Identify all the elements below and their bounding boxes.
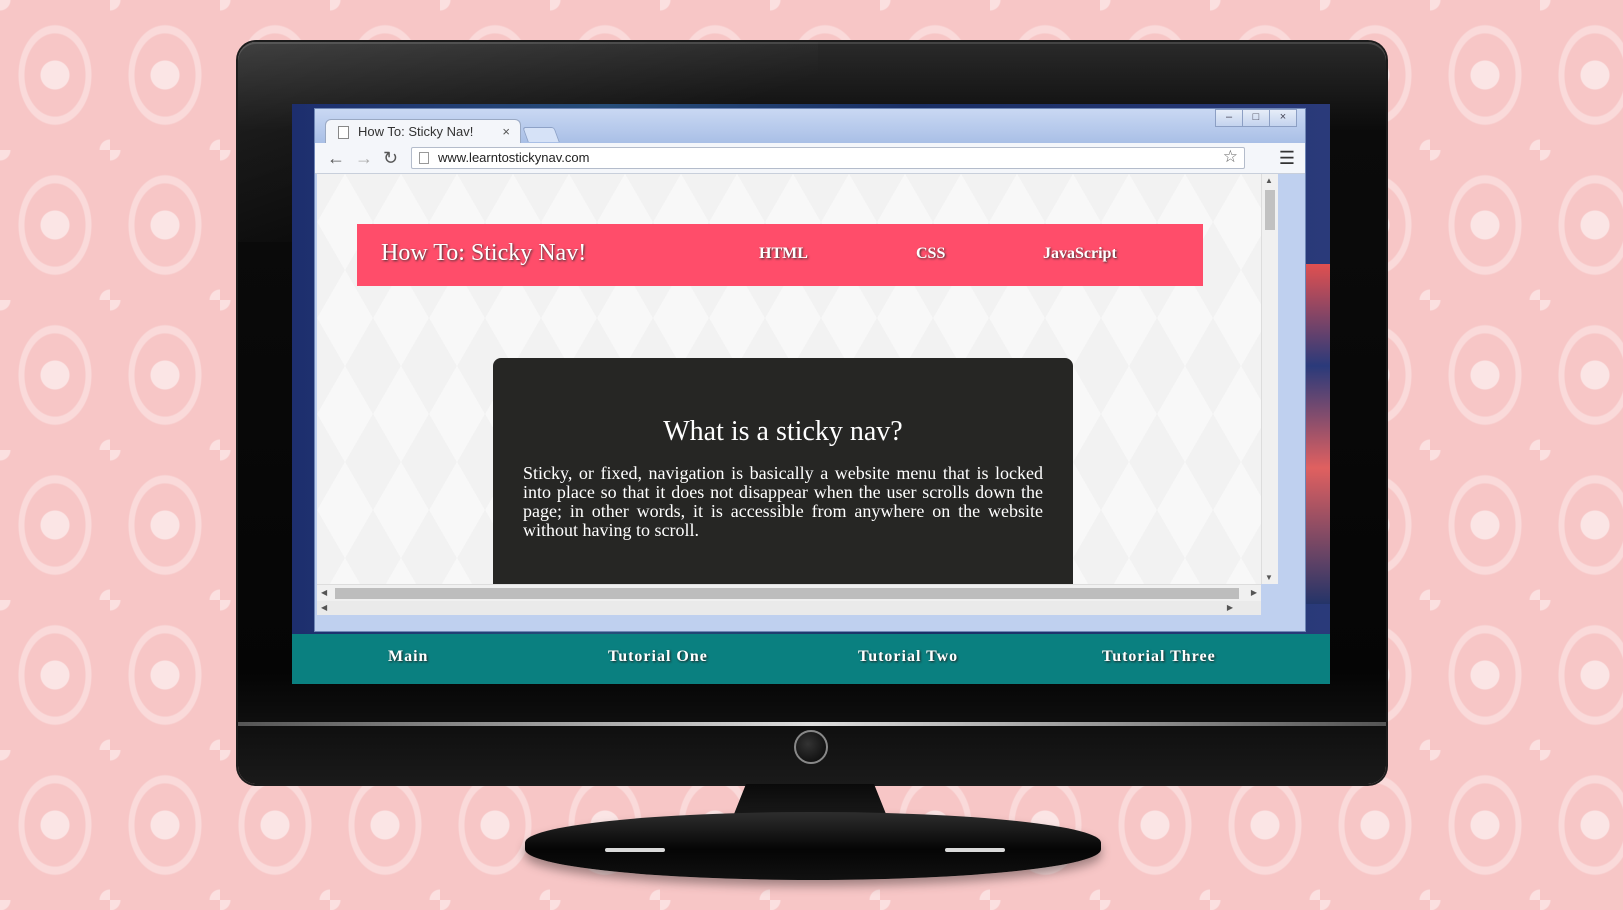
monitor-screen: How To: Sticky Nav! × – □ × ← → ↻ www.le…	[292, 104, 1330, 684]
page-icon	[338, 126, 349, 139]
tab-title: How To: Sticky Nav!	[358, 124, 474, 139]
info-card: What is a sticky nav? Sticky, or fixed, …	[493, 358, 1073, 584]
footer-link-tutorial-three[interactable]: Tutorial Three	[1102, 648, 1216, 666]
tab-close-icon[interactable]: ×	[502, 120, 510, 144]
browser-window: How To: Sticky Nav! × – □ × ← → ↻ www.le…	[314, 108, 1306, 632]
window-controls: – □ ×	[1215, 109, 1297, 127]
power-button[interactable]	[794, 730, 828, 764]
horizontal-scrollbar[interactable]: ◀ ▶	[317, 601, 1261, 615]
nav-link-html[interactable]: HTML	[759, 245, 808, 263]
nav-link-javascript[interactable]: JavaScript	[1043, 245, 1117, 263]
sticky-footer-nav: Main Tutorial One Tutorial Two Tutorial …	[292, 634, 1330, 684]
card-body: Sticky, or fixed, navigation is basicall…	[523, 463, 1043, 540]
vertical-scroll-thumb[interactable]	[1265, 190, 1275, 230]
menu-icon[interactable]: ☰	[1279, 148, 1295, 168]
address-bar[interactable]: www.learntostickynav.com ☆	[411, 147, 1245, 169]
scroll-right-icon[interactable]: ▶	[1227, 603, 1233, 612]
page-icon	[419, 152, 429, 164]
page-viewport: How To: Sticky Nav! HTML CSS JavaScript …	[317, 174, 1261, 584]
forward-arrow-icon[interactable]: →	[355, 147, 373, 169]
new-tab-button[interactable]	[522, 127, 560, 142]
footer-link-main[interactable]: Main	[388, 648, 428, 666]
reload-icon[interactable]: ↻	[383, 147, 398, 169]
card-heading: What is a sticky nav?	[663, 416, 903, 447]
close-icon[interactable]: ×	[1269, 109, 1297, 127]
scroll-down-icon[interactable]: ▼	[1265, 573, 1273, 582]
back-arrow-icon[interactable]: ←	[327, 147, 345, 169]
vertical-scrollbar[interactable]: ▲ ▼	[1261, 174, 1278, 584]
url-text: www.learntostickynav.com	[438, 150, 590, 165]
scroll-right-icon[interactable]: ▶	[1251, 588, 1257, 597]
site-nav-bar: How To: Sticky Nav! HTML CSS JavaScript	[357, 224, 1203, 286]
scroll-up-icon[interactable]: ▲	[1265, 176, 1273, 185]
monitor-trim	[238, 722, 1386, 726]
horizontal-scrollbar[interactable]: ◀ ▶	[317, 584, 1261, 601]
nav-link-css[interactable]: CSS	[916, 245, 945, 263]
stand-glint	[945, 848, 1005, 852]
site-title: How To: Sticky Nav!	[381, 240, 587, 266]
footer-link-tutorial-two[interactable]: Tutorial Two	[858, 648, 958, 666]
browser-titlebar: How To: Sticky Nav! × – □ ×	[315, 109, 1305, 144]
scroll-left-icon[interactable]: ◀	[321, 588, 327, 597]
footer-link-tutorial-one[interactable]: Tutorial One	[608, 648, 708, 666]
bookmark-star-icon[interactable]: ☆	[1223, 147, 1238, 167]
horizontal-scroll-thumb[interactable]	[335, 588, 1239, 599]
scroll-left-icon[interactable]: ◀	[321, 603, 327, 612]
monitor-stand-base	[525, 812, 1101, 880]
maximize-icon[interactable]: □	[1242, 109, 1270, 127]
minimize-icon[interactable]: –	[1215, 109, 1243, 127]
browser-toolbar: ← → ↻ www.learntostickynav.com ☆ ☰	[315, 143, 1305, 174]
stand-glint	[605, 848, 665, 852]
browser-tab[interactable]: How To: Sticky Nav! ×	[325, 119, 521, 144]
